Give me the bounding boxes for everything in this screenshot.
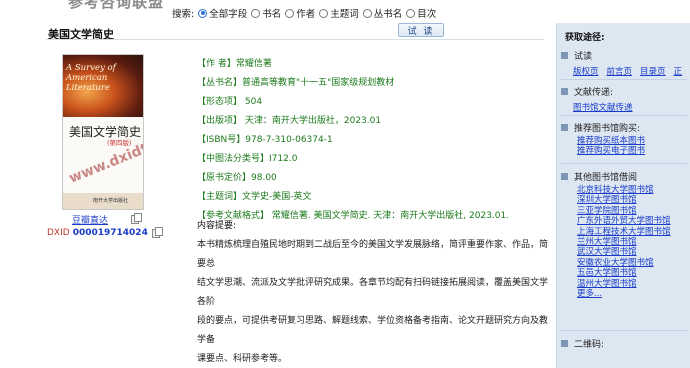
section-divider — [561, 330, 687, 331]
radio-icon — [319, 8, 329, 18]
section-title: 二维码: — [574, 339, 605, 350]
link-copyright-page[interactable]: 版权页 — [573, 65, 599, 77]
dxid-row: DXID 000019714024 — [47, 228, 148, 238]
radio-label: 书名 — [262, 9, 282, 20]
radio-label: 目次 — [417, 9, 437, 20]
bullet-icon — [561, 339, 568, 347]
dxid-label: DXID — [47, 228, 70, 238]
delivery-section: 文献传递: 图书馆文献传递 — [561, 85, 690, 113]
douban-link[interactable]: 豆瓣直达 — [72, 213, 108, 226]
bullet-icon — [561, 123, 568, 131]
search-field-selector: 搜索: 全部字段 书名 作者 主题词 丛书名 目次 — [172, 6, 440, 20]
meta-series: 【丛书名】普通高等教育"十一五"国家级规划教材 — [197, 78, 395, 88]
section-title: 其他图书馆借阅 — [574, 172, 638, 183]
radio-subject[interactable]: 主题词 — [319, 6, 359, 20]
bullet-icon — [561, 87, 568, 95]
meta-publication: 【出版项】 天津：南开大学出版社，2023.01 — [197, 116, 382, 126]
qrcode-section: 二维码: — [561, 337, 690, 350]
meta-subject: 【主题词】文学史-美国-英文 — [197, 192, 312, 202]
borrow-section: 其他图书馆借阅 北京科技大学图书馆 深圳大学图书馆 三亚学院图书馆 广东外语外贸… — [561, 170, 690, 299]
meta-pages: 【形态项】 504 — [197, 97, 263, 107]
radio-icon — [362, 8, 372, 18]
read-trial-button[interactable]: 试 读 — [398, 23, 444, 37]
search-label: 搜索: — [172, 9, 195, 20]
radio-label: 作者 — [296, 9, 316, 20]
delivery-links: 图书馆文献传递 — [561, 101, 690, 113]
link-body-page[interactable]: 正 — [674, 65, 683, 77]
purchase-section: 推荐图书馆购买: 推荐购买纸本图书 推荐购买电子图书 — [561, 121, 690, 157]
dxid-value: 000019714024 — [72, 228, 148, 238]
summary-text: 本书精炼梳理自殖民地时期到二战后至今的美国文学发展脉络，简评重要作家、作品，简要… — [197, 236, 551, 368]
meta-author: 【作 者】常耀信著 — [197, 59, 272, 69]
link-document-delivery[interactable]: 图书馆文献传递 — [573, 101, 633, 113]
more-libraries-link[interactable]: 更多... — [577, 289, 690, 299]
meta-isbn: 【ISBN号】978-7-310-06374-1 — [197, 135, 333, 145]
sidebar-heading: 获取途径: — [565, 33, 605, 43]
trial-section: 试读 版权页 前言页 目录页 正 — [561, 49, 690, 77]
meta-classification: 【中图法分类号】I712.0 — [197, 154, 298, 164]
library-link[interactable]: 广东外语外贸大学图书馆 — [577, 216, 690, 226]
radio-all-fields[interactable]: 全部字段 — [198, 6, 247, 20]
meta-citation: 【参考文献格式】 常耀信著. 美国文学简史. 天津：南开大学出版社, 2023.… — [197, 211, 510, 221]
library-link[interactable]: 上海工程技术大学图书馆 — [577, 227, 690, 237]
title-divider — [46, 39, 544, 40]
book-metadata: 【作 者】常耀信著 【丛书名】普通高等教育"十一五"国家级规划教材 【形态项】 … — [197, 55, 509, 226]
radio-label: 主题词 — [330, 9, 359, 20]
section-divider — [561, 163, 687, 164]
radio-icon — [285, 8, 295, 18]
link-buy-print[interactable]: 推荐购买纸本图书 — [577, 136, 690, 146]
section-title: 文献传递: — [574, 87, 614, 98]
section-header: 推荐图书馆购买: — [561, 121, 690, 134]
library-list: 北京科技大学图书馆 深圳大学图书馆 三亚学院图书馆 广东外语外贸大学图书馆 上海… — [561, 185, 690, 299]
link-toc-page[interactable]: 目录页 — [640, 65, 666, 77]
radio-checked-icon — [198, 8, 208, 18]
copy-icon[interactable] — [152, 227, 163, 238]
summary-heading: 内容提要: — [197, 221, 237, 231]
summary-line: 段的要点，可提供考研复习思路、解题线索、学位资格备考指南、论文开题研究方向及教学… — [197, 316, 549, 345]
radio-author[interactable]: 作者 — [285, 6, 315, 20]
section-header: 其他图书馆借阅 — [561, 170, 690, 183]
radio-icon — [406, 8, 416, 18]
bullet-icon — [561, 172, 568, 180]
summary-line: 结文学思潮、流派及文学批评研究成果。各章节均配有扫码链接拓展阅读，覆盖美国文学各… — [197, 278, 549, 307]
radio-icon — [251, 8, 261, 18]
library-link[interactable]: 三亚学院图书馆 — [577, 206, 690, 216]
trial-links: 版权页 前言页 目录页 正 — [561, 65, 690, 77]
copy-icon[interactable] — [131, 213, 142, 224]
section-title: 推荐图书馆购买: — [574, 123, 641, 134]
cover-edition: (第四版) — [107, 139, 132, 147]
library-link[interactable]: 武汉大学图书馆 — [577, 247, 690, 257]
section-header: 二维码: — [561, 337, 690, 350]
section-divider — [561, 79, 687, 80]
library-link[interactable]: 兰州大学图书馆 — [577, 237, 690, 247]
radio-label: 丛书名 — [373, 9, 403, 20]
radio-book-title[interactable]: 书名 — [251, 6, 281, 20]
access-sidebar: 获取途径: 试读 版权页 前言页 目录页 正 文献传递: 图书馆文献传递 推荐图… — [556, 23, 690, 368]
summary-line: 本书精炼梳理自殖民地时期到二战后至今的美国文学发展脉络，简评重要作家、作品，简要… — [197, 240, 549, 269]
site-logo[interactable]: 参考咨询联盟 — [68, 0, 164, 12]
radio-toc[interactable]: 目次 — [406, 6, 436, 20]
link-preface-page[interactable]: 前言页 — [607, 65, 633, 77]
library-link[interactable]: 北京科技大学图书馆 — [577, 185, 690, 195]
bullet-icon — [561, 51, 568, 59]
meta-price: 【原书定价】98.00 — [197, 173, 277, 183]
cover-publisher: 南开大学出版社 — [93, 198, 129, 204]
library-link[interactable]: 深圳大学图书馆 — [577, 195, 690, 205]
book-cover-image: A Survey of American Literature 美国文学简史 (… — [62, 54, 144, 210]
library-link[interactable]: 温州大学图书馆 — [577, 279, 690, 289]
summary-line: 课要点、科研参考等。 — [197, 354, 288, 364]
section-divider — [561, 115, 687, 116]
section-title: 试读 — [574, 51, 593, 62]
radio-label: 全部字段 — [209, 9, 248, 20]
library-link[interactable]: 五邑大学图书馆 — [577, 268, 690, 278]
radio-series[interactable]: 丛书名 — [362, 6, 403, 20]
purchase-links: 推荐购买纸本图书 推荐购买电子图书 — [561, 136, 690, 157]
section-header: 文献传递: — [561, 85, 690, 98]
library-link[interactable]: 安徽农业大学图书馆 — [577, 258, 690, 268]
section-header: 试读 — [561, 49, 690, 62]
link-buy-ebook[interactable]: 推荐购买电子图书 — [577, 146, 690, 156]
cover-english-title: A Survey of American Literature — [66, 63, 116, 93]
